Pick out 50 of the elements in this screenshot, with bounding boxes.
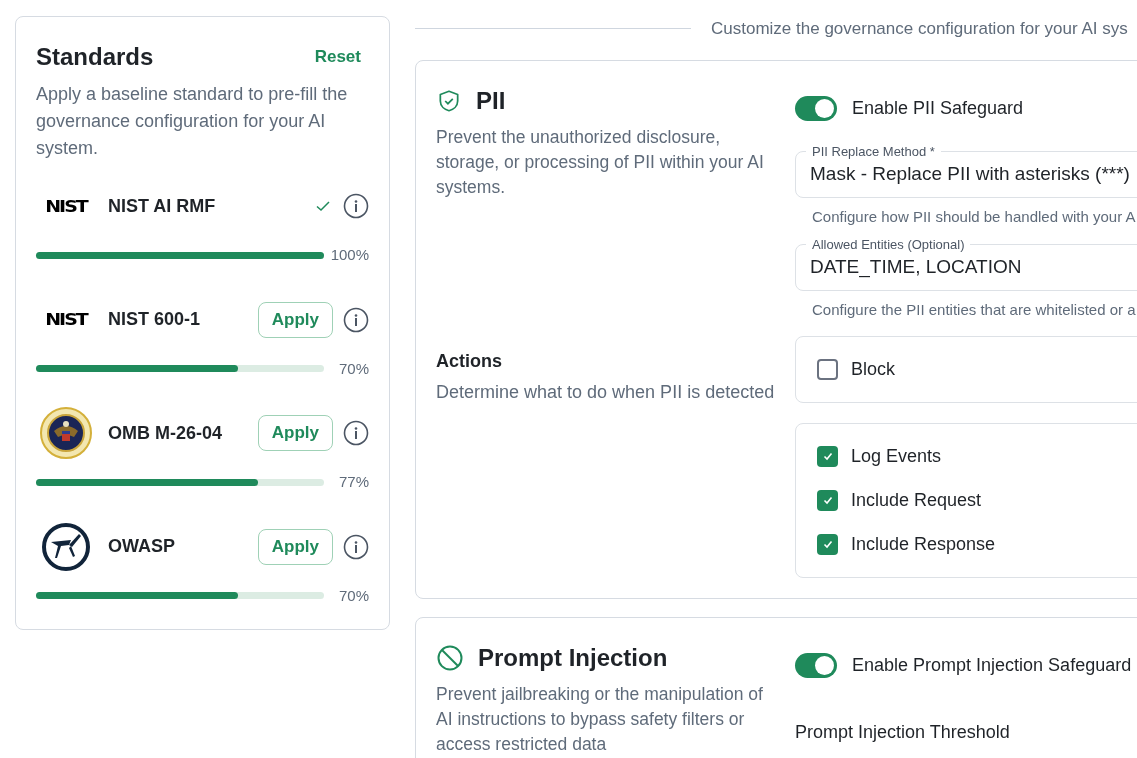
section-title: PII	[476, 85, 506, 116]
reset-link[interactable]: Reset	[314, 44, 361, 70]
checkbox[interactable]	[817, 489, 838, 511]
progress-percent: 70%	[338, 585, 369, 606]
info-icon[interactable]	[343, 193, 369, 219]
standard-name: NIST 600-1	[108, 308, 202, 331]
section-title: Prompt Injection	[478, 642, 668, 673]
apply-button[interactable]: Apply	[257, 415, 333, 451]
nist-logo: NIST	[44, 196, 89, 217]
checkbox[interactable]	[817, 533, 838, 555]
toggle-switch[interactable]	[795, 652, 837, 678]
progress-percent: 100%	[330, 245, 369, 265]
actions-title: Actions	[436, 349, 503, 373]
progress-percent: 77%	[338, 472, 369, 492]
checkbox[interactable]	[817, 445, 838, 467]
field-help: Configure how PII should be handled with your A	[811, 206, 1137, 227]
nist-logo: NIST	[44, 309, 89, 331]
standard-name: OMB M-26-04	[108, 421, 224, 445]
card-description: Apply a baseline standard to pre-fill the governance configuration for your AI system.	[36, 83, 349, 160]
intro-text: Customize the governance configuration for your AI sys	[711, 18, 1128, 40]
info-icon[interactable]	[343, 533, 369, 560]
checkbox-label: Block	[851, 357, 895, 381]
toggle-switch[interactable]	[795, 95, 837, 121]
apply-button[interactable]: Apply	[257, 528, 333, 565]
check-icon	[821, 538, 834, 550]
card-title: Standards	[36, 42, 154, 72]
info-icon[interactable]	[343, 306, 369, 333]
apply-button[interactable]: Apply	[257, 301, 333, 338]
field-help: Configure the PII entities that are whitelisted or a	[811, 300, 1137, 320]
standard-name: OWASP	[108, 535, 176, 558]
check-icon	[821, 494, 834, 506]
toggle-label: Enable PII Safeguard	[852, 96, 1024, 120]
field-value: DATE_TIME, LOCATION	[810, 255, 1022, 280]
checkbox-label: Include Request	[851, 488, 982, 512]
ban-icon	[436, 643, 464, 672]
section-description: Prevent the unauthorized disclosure, storage, or processing of PII within your AI systems.	[436, 125, 765, 199]
checkbox-label: Include Response	[851, 532, 996, 556]
checkbox[interactable]	[817, 358, 838, 380]
progress-percent: 70%	[338, 358, 369, 379]
section-description: Prevent jailbreaking or the manipulation of AI instructions to bypass safety filters or access restricted data	[436, 682, 764, 756]
wasp-logo	[41, 521, 91, 572]
seal-logo	[40, 407, 92, 459]
check-icon	[821, 450, 834, 462]
toggle-label: Enable Prompt Injection Safeguard	[852, 653, 1132, 677]
info-icon[interactable]	[343, 420, 369, 446]
actions-description: Determine what to do when PII is detected	[436, 380, 776, 404]
checkbox-label: Log Events	[851, 444, 942, 468]
threshold-label: Prompt Injection Threshold	[795, 720, 1011, 744]
standard-name: NIST AI RMF	[108, 194, 217, 218]
field-value: Mask - Replace PII with asterisks (***)	[810, 161, 1130, 186]
